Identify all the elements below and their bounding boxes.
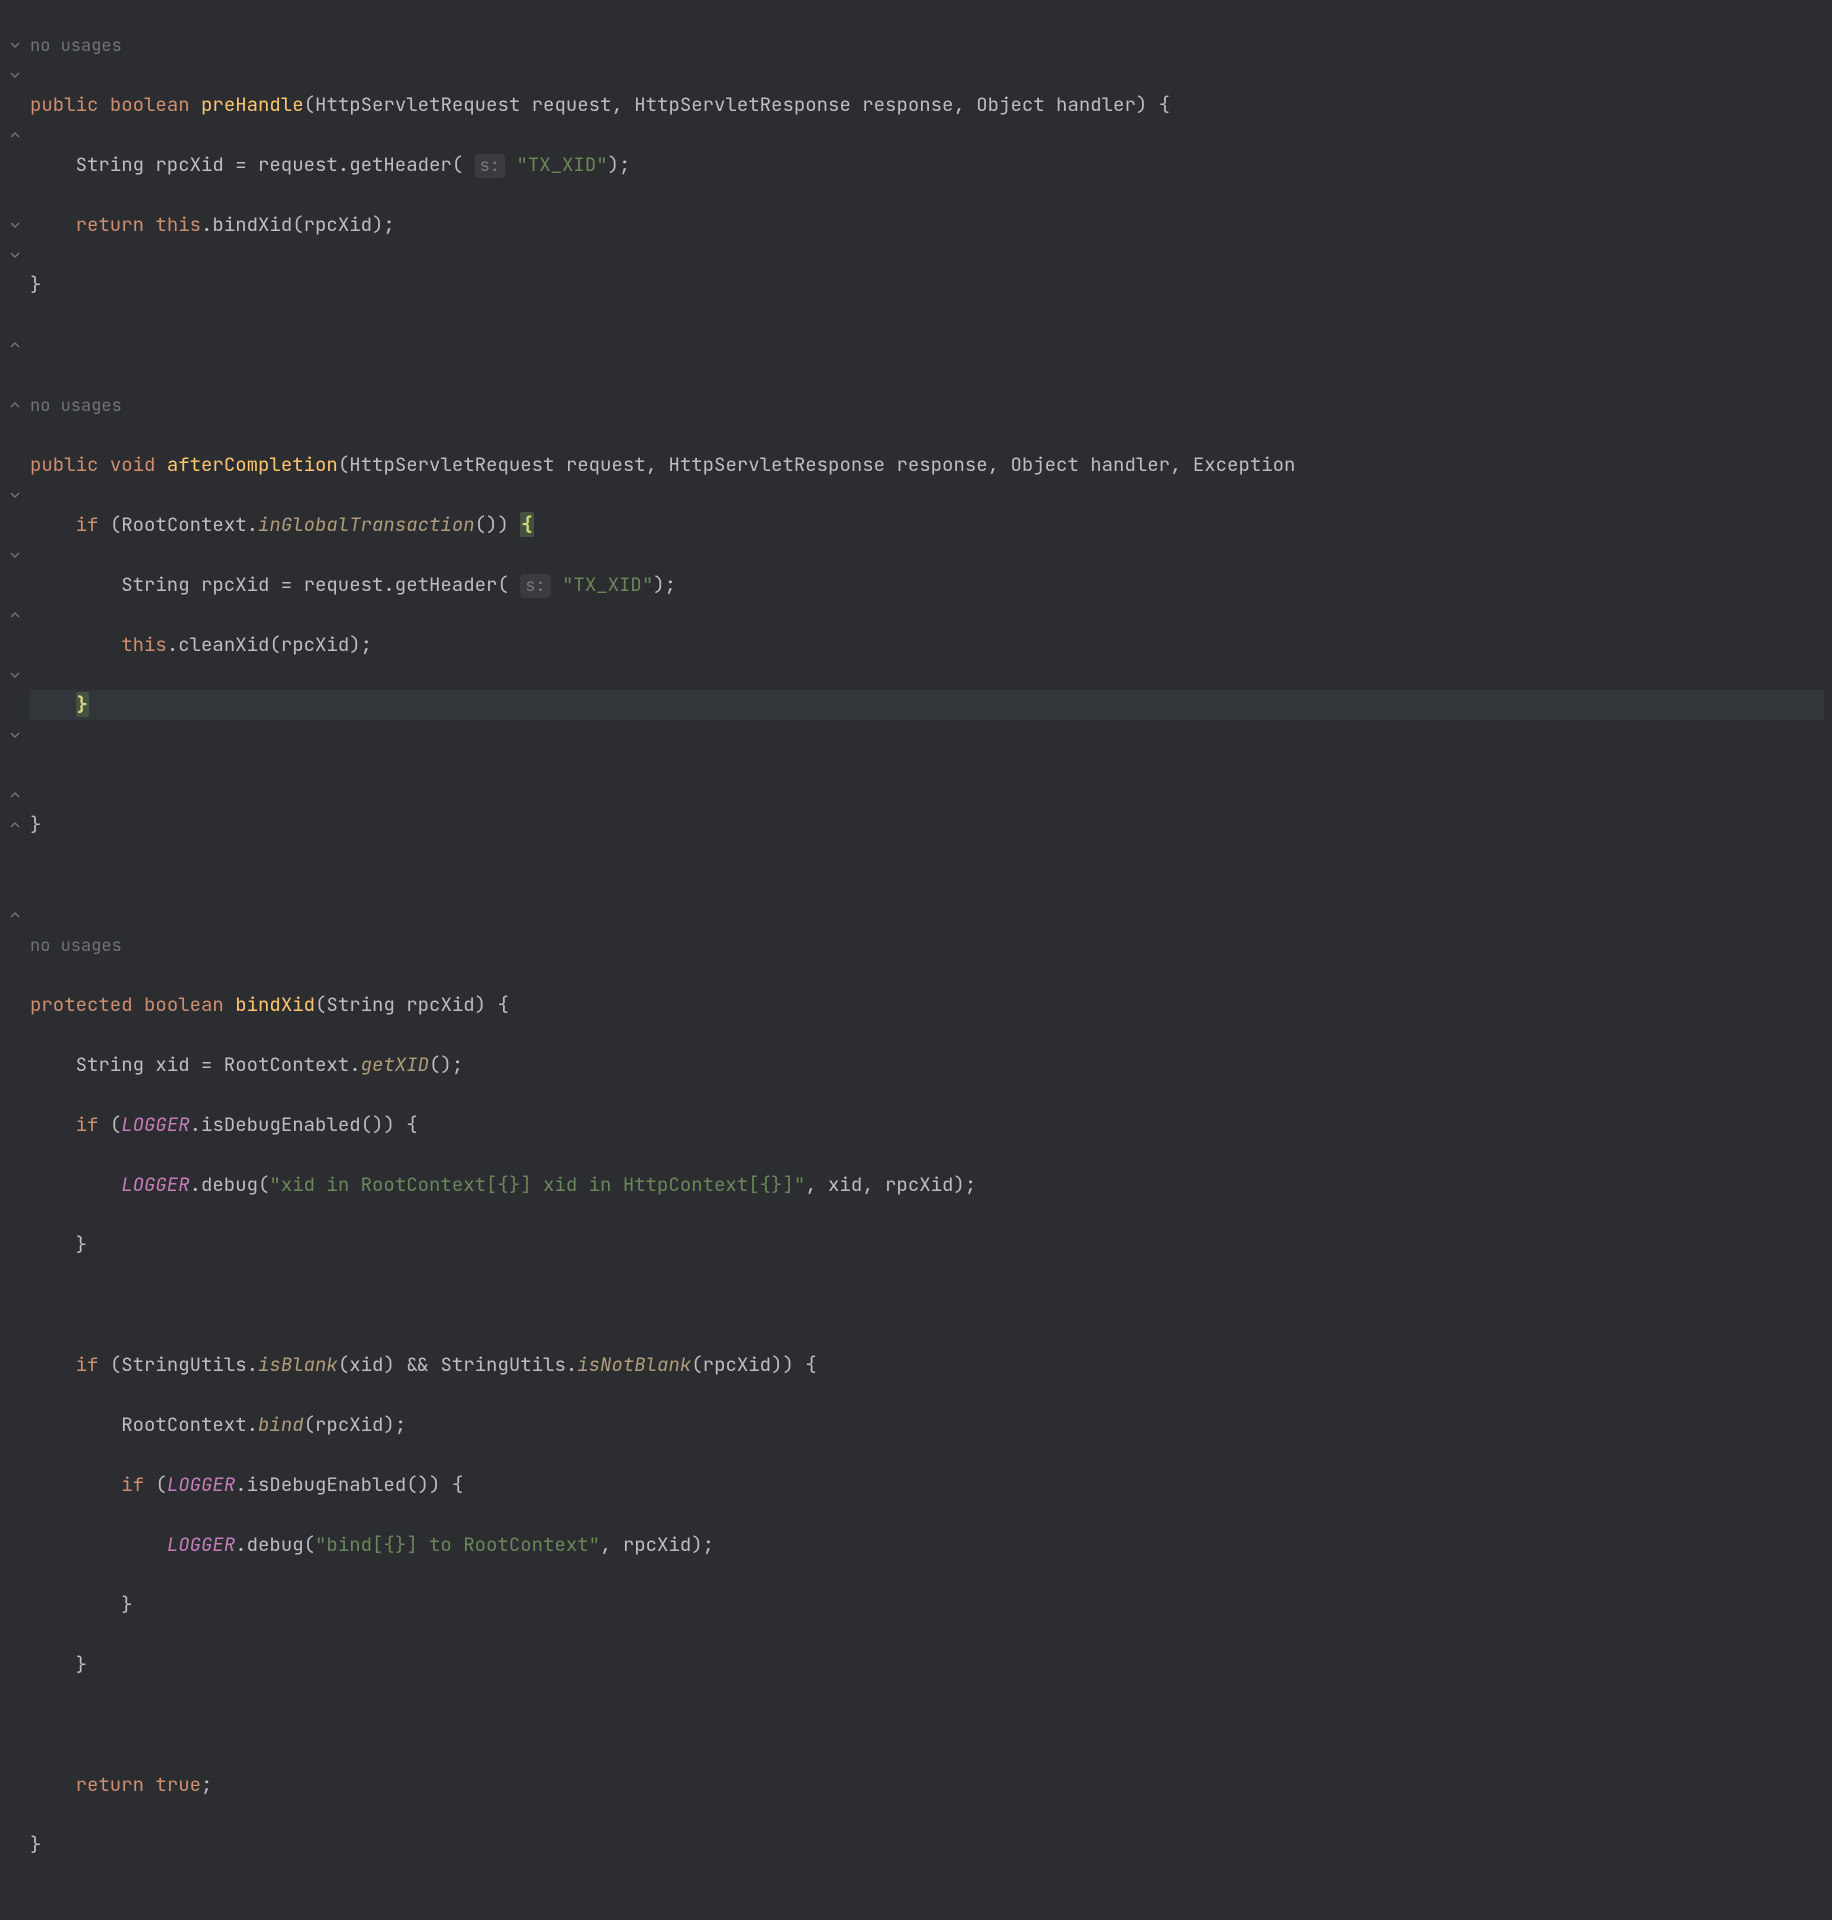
code-line[interactable]: public void afterCompletion(HttpServletR… bbox=[30, 450, 1824, 480]
code-line[interactable]: } bbox=[30, 1590, 1824, 1620]
code-line[interactable]: } bbox=[30, 1650, 1824, 1680]
fold-close-icon[interactable] bbox=[8, 128, 22, 142]
code-line[interactable] bbox=[30, 1290, 1824, 1320]
fold-close-icon[interactable] bbox=[8, 788, 22, 802]
code-line[interactable]: } bbox=[30, 1830, 1824, 1860]
fold-open-icon[interactable] bbox=[8, 218, 22, 232]
fold-open-icon[interactable] bbox=[8, 248, 22, 262]
fold-close-icon[interactable] bbox=[8, 908, 22, 922]
code-line[interactable]: LOGGER.debug("bind[{}] to RootContext", … bbox=[30, 1530, 1824, 1560]
code-line[interactable]: no usages bbox=[30, 390, 1824, 420]
brace-match: { bbox=[520, 512, 533, 537]
param-hint: s: bbox=[520, 574, 550, 598]
fold-open-icon[interactable] bbox=[8, 728, 22, 742]
code-line[interactable] bbox=[30, 750, 1824, 780]
code-line[interactable]: String rpcXid = request.getHeader( s: "T… bbox=[30, 570, 1824, 600]
param-hint: s: bbox=[475, 154, 505, 178]
fold-open-icon[interactable] bbox=[8, 68, 22, 82]
code-editor[interactable]: no usages public boolean preHandle(HttpS… bbox=[0, 0, 1832, 1920]
code-line[interactable]: } bbox=[30, 810, 1824, 840]
gutter bbox=[0, 0, 30, 1920]
usage-hint[interactable]: no usages bbox=[30, 395, 122, 417]
fold-open-icon[interactable] bbox=[8, 488, 22, 502]
code-line[interactable]: no usages bbox=[30, 930, 1824, 960]
fold-open-icon[interactable] bbox=[8, 548, 22, 562]
code-line[interactable]: if (RootContext.inGlobalTransaction()) { bbox=[30, 510, 1824, 540]
code-line[interactable] bbox=[30, 1710, 1824, 1740]
code-line[interactable]: return true; bbox=[30, 1770, 1824, 1800]
code-area[interactable]: no usages public boolean preHandle(HttpS… bbox=[30, 0, 1832, 1920]
fold-open-icon[interactable] bbox=[8, 668, 22, 682]
code-line[interactable]: this.cleanXid(rpcXid); bbox=[30, 630, 1824, 660]
code-line[interactable]: public boolean preHandle(HttpServletRequ… bbox=[30, 90, 1824, 120]
code-line[interactable]: LOGGER.debug("xid in RootContext[{}] xid… bbox=[30, 1170, 1824, 1200]
code-line[interactable] bbox=[30, 330, 1824, 360]
usage-hint[interactable]: no usages bbox=[30, 935, 122, 957]
code-line[interactable]: if (LOGGER.isDebugEnabled()) { bbox=[30, 1470, 1824, 1500]
code-line[interactable]: no usages bbox=[30, 30, 1824, 60]
fold-close-icon[interactable] bbox=[8, 338, 22, 352]
code-line[interactable]: if (LOGGER.isDebugEnabled()) { bbox=[30, 1110, 1824, 1140]
brace-match: } bbox=[76, 692, 89, 717]
fold-close-icon[interactable] bbox=[8, 818, 22, 832]
fold-open-icon[interactable] bbox=[8, 38, 22, 52]
fold-close-icon[interactable] bbox=[8, 608, 22, 622]
code-line[interactable]: } bbox=[30, 1230, 1824, 1260]
code-line[interactable]: protected boolean bindXid(String rpcXid)… bbox=[30, 990, 1824, 1020]
code-line-current[interactable]: } bbox=[30, 690, 1824, 720]
code-line[interactable]: } bbox=[30, 270, 1824, 300]
code-line[interactable]: if (StringUtils.isBlank(xid) && StringUt… bbox=[30, 1350, 1824, 1380]
code-line[interactable]: return this.bindXid(rpcXid); bbox=[30, 210, 1824, 240]
code-line[interactable]: String rpcXid = request.getHeader( s: "T… bbox=[30, 150, 1824, 180]
fold-close-icon[interactable] bbox=[8, 398, 22, 412]
usage-hint[interactable]: no usages bbox=[30, 35, 122, 57]
code-line[interactable] bbox=[30, 870, 1824, 900]
code-line[interactable]: RootContext.bind(rpcXid); bbox=[30, 1410, 1824, 1440]
code-line[interactable]: String xid = RootContext.getXID(); bbox=[30, 1050, 1824, 1080]
